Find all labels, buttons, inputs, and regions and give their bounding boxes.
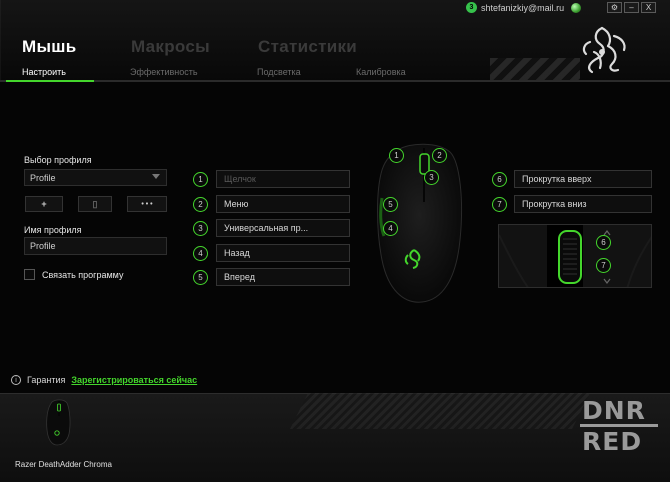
tab-statistics[interactable]: Статистики	[258, 37, 357, 57]
more-options-button[interactable]: • • •	[127, 196, 167, 212]
dnr-red-watermark-logo: DNR RED	[580, 398, 658, 455]
link-program-checkbox[interactable]	[24, 269, 35, 280]
minimize-button[interactable]: –	[624, 2, 639, 13]
profile-name-value: Profile	[30, 241, 56, 251]
close-button[interactable]: X	[641, 2, 656, 13]
link-program-label: Связать программу	[42, 270, 124, 280]
mouse-callout-3[interactable]: 3	[424, 170, 439, 185]
subtab-customize[interactable]: Настроить	[22, 67, 66, 77]
button-number-4: 4	[193, 246, 208, 261]
online-status-icon[interactable]	[571, 2, 582, 13]
warranty-row: i Гарантия Зарегистрироваться сейчас	[11, 375, 197, 385]
wheel-callout-6[interactable]: 6	[596, 235, 611, 250]
tab-mouse[interactable]: Мышь	[22, 37, 77, 57]
window-controls: ⚙ – X	[607, 2, 656, 13]
button-5-action[interactable]: Вперед	[216, 268, 350, 286]
account-area[interactable]: 3 shtefanizkiy@mail.ru	[466, 2, 582, 13]
profile-dropdown-value: Profile	[30, 172, 56, 183]
wheel-callout-7[interactable]: 7	[596, 258, 611, 273]
button-3-action[interactable]: Универсальная пр...	[216, 219, 350, 237]
profile-name-input[interactable]: Profile	[24, 237, 167, 255]
button-number-7: 7	[492, 197, 507, 212]
sub-tabs: Настроить Эффективность Подсветка Калибр…	[0, 67, 470, 81]
warranty-label: Гарантия	[27, 375, 66, 385]
button-1-action[interactable]: Щелчок	[216, 170, 350, 188]
device-name-label[interactable]: Razer DeathAdder Chroma	[15, 460, 112, 469]
mouse-callout-1[interactable]: 1	[389, 148, 404, 163]
button-2-action[interactable]: Меню	[216, 195, 350, 213]
subtab-performance[interactable]: Эффективность	[130, 67, 198, 77]
scroll-wheel-graphic	[499, 225, 651, 287]
mouse-top-view-image	[377, 143, 462, 303]
button-number-1: 1	[193, 172, 208, 187]
button-7-action[interactable]: Прокрутка вниз	[514, 195, 652, 213]
delete-profile-button[interactable]: ▯	[78, 196, 112, 212]
device-mouse-thumbnail[interactable]	[44, 398, 72, 446]
device-bar-stripes	[290, 393, 590, 429]
add-profile-button[interactable]: +	[25, 196, 63, 212]
razer-logo-icon	[582, 26, 626, 74]
header-stripes	[490, 58, 580, 80]
mouse-callout-2[interactable]: 2	[432, 148, 447, 163]
main-tabs: Мышь Макросы Статистики	[22, 37, 442, 59]
subtab-lighting[interactable]: Подсветка	[257, 67, 301, 77]
mouse-callout-4[interactable]: 4	[383, 221, 398, 236]
button-number-3: 3	[193, 221, 208, 236]
settings-button[interactable]: ⚙	[607, 2, 622, 13]
button-number-6: 6	[492, 172, 507, 187]
watermark-line-1: DNR	[580, 398, 658, 427]
profile-name-label: Имя профиля	[24, 225, 82, 235]
tab-macros[interactable]: Макросы	[131, 37, 210, 57]
active-subtab-indicator	[6, 80, 94, 82]
synapse-window: 3 shtefanizkiy@mail.ru ⚙ – X Мышь Макрос…	[0, 0, 670, 482]
button-6-action[interactable]: Прокрутка вверх	[514, 170, 652, 188]
button-number-5: 5	[193, 270, 208, 285]
mouse-callout-5[interactable]: 5	[383, 197, 398, 212]
profile-dropdown[interactable]: Profile	[24, 169, 167, 186]
chevron-down-icon	[152, 174, 160, 179]
account-email[interactable]: shtefanizkiy@mail.ru	[481, 3, 564, 13]
button-number-2: 2	[193, 197, 208, 212]
watermark-line-2: RED	[582, 427, 643, 456]
profile-select-label: Выбор профиля	[24, 155, 92, 165]
info-icon: i	[11, 375, 21, 385]
subtab-calibration[interactable]: Калибровка	[356, 67, 406, 77]
notification-badge[interactable]: 3	[466, 2, 477, 13]
button-4-action[interactable]: Назад	[216, 244, 350, 262]
register-now-link[interactable]: Зарегистрироваться сейчас	[71, 375, 197, 385]
scroll-wheel-zoom-image	[498, 224, 652, 288]
